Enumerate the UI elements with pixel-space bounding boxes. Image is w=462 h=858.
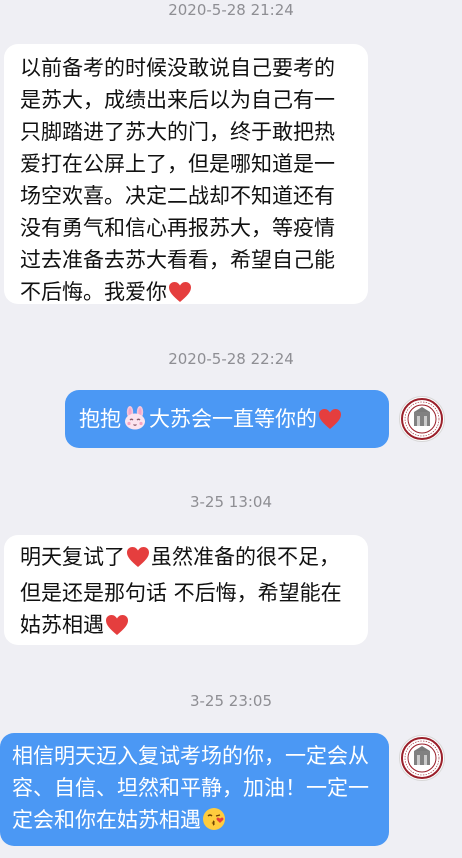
message-text: 抱抱: [79, 407, 121, 431]
heart-icon: [318, 407, 342, 439]
university-seal-avatar[interactable]: [399, 396, 445, 442]
heart-icon: [105, 613, 129, 645]
heart-icon: [126, 545, 150, 577]
timestamp: 2020-5-28 22:24: [168, 350, 294, 368]
outgoing-message-bubble[interactable]: 相信明天迈入复试考场的你，一定会从容、自信、坦然和平静，加油！一定一定会和你在姑…: [0, 733, 389, 846]
message-text: 以前备考的时候没敢说自己要考的是苏大，成绩出来后以为自己有一只脚踏进了苏大的门，…: [20, 56, 335, 304]
incoming-message-bubble[interactable]: 明天复试了 虽然准备的很不足，但是还是那句话 不后悔，希望能在姑苏相遇: [4, 535, 368, 645]
university-seal-icon: [401, 398, 443, 440]
timestamp: 2020-5-28 21:24: [168, 1, 294, 19]
timestamp: 3-25 23:05: [189, 692, 273, 710]
timestamp: 3-25 13:04: [189, 493, 273, 511]
message-text: 大苏会一直等你的: [149, 407, 317, 431]
kissing-face-icon: [202, 807, 226, 840]
university-seal-icon: [401, 737, 443, 779]
heart-icon: [168, 280, 192, 312]
outgoing-message-bubble[interactable]: 抱抱 大苏会一直等你的: [65, 390, 389, 448]
message-text: 相信明天迈入复试考场的你，一定会从容、自信、坦然和平静，加油！一定一定会和你在姑…: [12, 744, 369, 832]
university-seal-avatar[interactable]: [399, 735, 445, 781]
incoming-message-bubble[interactable]: 以前备考的时候没敢说自己要考的是苏大，成绩出来后以为自己有一只脚踏进了苏大的门，…: [4, 44, 368, 304]
bunny-face-icon: [122, 406, 148, 439]
message-text: 明天复试了: [20, 545, 125, 569]
